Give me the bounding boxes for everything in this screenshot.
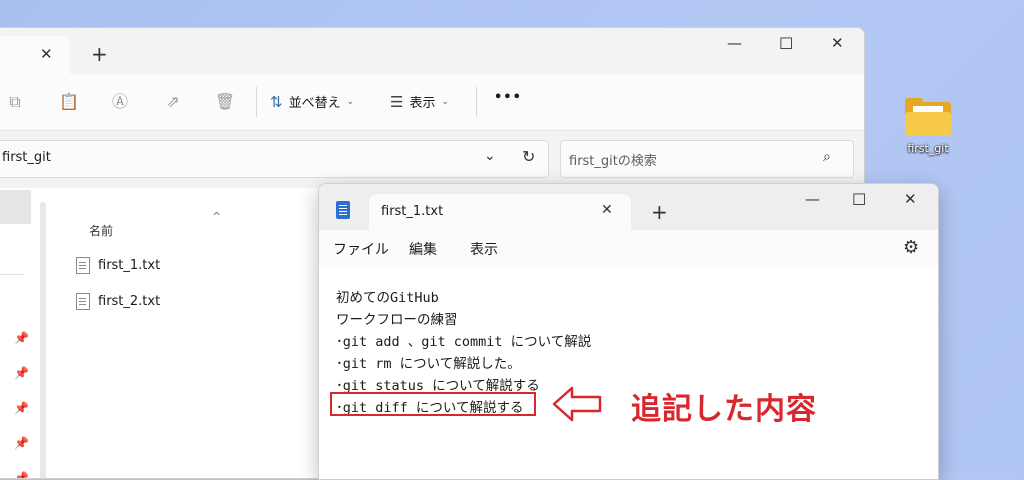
file-name: first_1.txt (98, 257, 161, 273)
annotation-label: 追記した内容 (631, 392, 817, 427)
new-tab-button[interactable]: + (91, 42, 108, 66)
search-box[interactable]: first_gitの検索 ⌕ (560, 140, 854, 178)
view-button[interactable]: ☰ 表示 ⌄ (390, 92, 450, 112)
address-bar[interactable]: first_git ⌄ ↻ (0, 140, 549, 178)
minimize-icon[interactable]: — (727, 34, 742, 52)
explorer-toolbar: ⧉ 📋 Ⓐ ⇗ 🗑 ⇅ 並べ替え ⌄ ☰ 表示 ⌄ ••• (0, 74, 864, 131)
menu-view[interactable]: 表示 (470, 239, 498, 259)
pin-icon[interactable]: 📌 (14, 436, 29, 450)
text-file-icon (76, 292, 90, 310)
notepad-titlebar: first_1.txt ✕ + — ☐ ✕ (319, 184, 938, 230)
pin-icon[interactable]: 📌 (14, 401, 29, 415)
close-tab-icon[interactable]: ✕ (40, 45, 53, 63)
file-row[interactable]: first_2.txt (76, 287, 160, 315)
address-text: first_git (2, 150, 51, 165)
text-line: ･git status について解説する (336, 378, 540, 394)
share-icon[interactable]: ⇗ (162, 91, 184, 113)
file-name: first_2.txt (98, 293, 161, 309)
menu-file[interactable]: ファイル (333, 239, 389, 259)
new-tab-button[interactable]: + (651, 200, 668, 224)
sort-button[interactable]: ⇅ 並べ替え ⌄ (270, 92, 355, 112)
text-line: ･git add 、git commit について解説 (336, 334, 592, 350)
view-icon: ☰ (390, 92, 404, 111)
refresh-icon[interactable]: ↻ (522, 147, 535, 166)
chevron-down-icon[interactable]: ⌄ (484, 148, 496, 164)
name-column-header[interactable]: 名前 (89, 222, 113, 239)
more-options-button[interactable]: ••• (494, 90, 522, 105)
text-line: ワークフローの練習 (336, 312, 458, 328)
left-arrow-icon (552, 386, 602, 422)
notepad-window: first_1.txt ✕ + — ☐ ✕ ファイル 編集 表示 ⚙ 初めてのG… (318, 183, 939, 480)
view-label: 表示 (409, 96, 436, 111)
nav-divider (0, 274, 24, 275)
toolbar-divider (476, 87, 477, 117)
desktop-folder-label: first_git (907, 142, 949, 155)
pin-icon[interactable]: 📌 (14, 471, 29, 478)
menu-edit[interactable]: 編集 (409, 239, 437, 259)
sort-label: 並べ替え (288, 96, 341, 111)
sort-icon: ⇅ (270, 92, 283, 111)
pin-icon[interactable]: 📌 (14, 366, 29, 380)
settings-gear-icon[interactable]: ⚙ (903, 237, 919, 258)
maximize-icon[interactable]: ☐ (779, 34, 793, 53)
file-row[interactable]: first_1.txt (76, 251, 160, 279)
copy-icon[interactable]: ⧉ (4, 91, 26, 113)
close-window-icon[interactable]: ✕ (904, 190, 917, 208)
tab-title: first_1.txt (381, 204, 444, 219)
navigation-pane: 📌 📌 📌 📌 📌 (0, 188, 34, 478)
desktop-folder-shortcut[interactable]: first_git (900, 98, 956, 155)
maximize-icon[interactable]: ☐ (852, 190, 866, 209)
close-window-icon[interactable]: ✕ (831, 34, 844, 52)
pin-icon[interactable]: 📌 (14, 331, 29, 345)
toolbar-divider (256, 87, 257, 117)
notepad-menubar: ファイル 編集 表示 ⚙ (319, 230, 938, 267)
text-file-icon (76, 256, 90, 274)
minimize-icon[interactable]: — (805, 190, 820, 208)
search-input[interactable]: first_gitの検索 (569, 150, 657, 169)
text-line: 初めてのGitHub (336, 290, 439, 306)
notepad-tab[interactable]: first_1.txt ✕ (369, 194, 631, 230)
sort-up-icon: ^ (212, 210, 222, 223)
notepad-app-icon (336, 201, 350, 219)
folder-icon (905, 98, 951, 136)
rename-icon[interactable]: Ⓐ (109, 91, 131, 113)
close-tab-icon[interactable]: ✕ (601, 202, 613, 218)
delete-icon[interactable]: 🗑 (214, 91, 236, 113)
chevron-down-icon: ⌄ (346, 96, 355, 107)
nav-selected-item[interactable] (0, 190, 31, 224)
text-editor[interactable]: 初めてのGitHub ワークフローの練習 ･git add 、git commi… (319, 266, 938, 479)
paste-icon[interactable]: 📋 (58, 91, 80, 113)
nav-scrollbar[interactable] (40, 202, 46, 478)
search-icon[interactable]: ⌕ (823, 149, 831, 165)
chevron-down-icon: ⌄ (441, 96, 450, 107)
highlight-box (330, 392, 536, 416)
explorer-tab[interactable]: ✕ (0, 36, 70, 74)
text-line: ･git rm について解説した。 (336, 356, 521, 372)
